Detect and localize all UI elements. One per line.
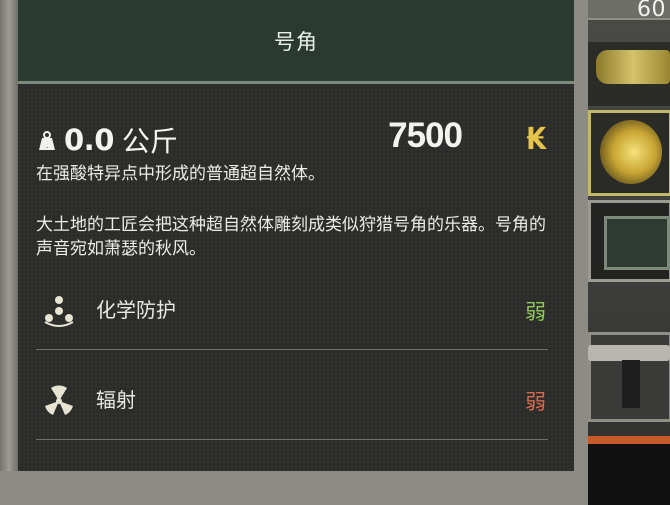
- svg-text:.: .: [46, 141, 49, 150]
- chemical-protection-icon: [42, 294, 76, 328]
- gun-item-icon[interactable]: [588, 345, 670, 361]
- weapon-item-icon[interactable]: [596, 50, 670, 84]
- inventory-bottom: [588, 444, 670, 505]
- price-value: 7500: [388, 116, 463, 155]
- description-paragraph: 大土地的工匠会把这种超自然体雕刻成类似狩猎号角的乐器。号角的声音宛如萧瑟的秋风。: [36, 215, 546, 259]
- weight-icon: .: [36, 130, 58, 152]
- inventory-count: 60: [637, 0, 666, 22]
- slot-condition-bar: [588, 436, 670, 444]
- divider: [36, 439, 548, 440]
- gun-grip: [622, 360, 640, 408]
- weight-unit: 公斤: [121, 125, 178, 158]
- item-tooltip: 号角 . 0.0 公斤 7500 ₭ 在强酸特异点中形成的普通超自然体。 大土地…: [0, 0, 588, 505]
- weight-row: . 0.0 公斤: [36, 120, 178, 160]
- tooltip-header: 号角: [18, 0, 574, 84]
- stat-value: 弱: [525, 390, 546, 414]
- item-title: 号角: [274, 29, 318, 54]
- currency-icon: ₭: [526, 122, 547, 157]
- stat-label: 辐射: [96, 388, 136, 412]
- weight-value: 0.0: [64, 123, 114, 157]
- stat-value: 弱: [525, 300, 546, 324]
- stat-row-radiation: 辐射 弱: [36, 360, 548, 440]
- divider: [36, 349, 548, 350]
- device-item-icon[interactable]: [604, 216, 670, 270]
- stat-row-chemical: 化学防护 弱: [36, 270, 548, 350]
- description-line: 在强酸特异点中形成的普通超自然体。: [36, 164, 325, 184]
- stat-label: 化学防护: [96, 298, 176, 322]
- radiation-icon: [42, 384, 76, 418]
- artifact-item-icon[interactable]: [600, 120, 662, 184]
